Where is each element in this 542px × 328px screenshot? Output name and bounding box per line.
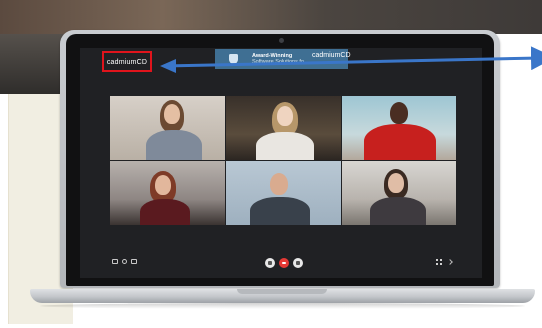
participant-body	[364, 124, 436, 160]
participant-tile[interactable]	[226, 161, 341, 225]
laptop-shadow	[40, 303, 525, 309]
banner-subtitle: Software Solutions fo	[252, 59, 304, 65]
video-icon	[296, 261, 300, 265]
end-call-icon	[282, 262, 286, 264]
participant-face	[155, 175, 171, 195]
call-controls	[265, 258, 303, 268]
participant-tile[interactable]	[226, 96, 341, 160]
participant-body	[250, 197, 310, 225]
participant-body	[146, 130, 202, 160]
grid-view-icon[interactable]	[436, 259, 442, 265]
participant-body	[256, 132, 314, 160]
microphone-icon[interactable]	[122, 259, 127, 264]
participant-tile[interactable]	[110, 161, 225, 225]
end-call-button[interactable]	[279, 258, 289, 268]
webcam-icon	[279, 38, 284, 43]
participant-body	[370, 197, 426, 225]
participant-face	[270, 173, 288, 195]
toolbar-left	[112, 259, 137, 264]
participant-tile[interactable]	[342, 161, 456, 225]
laptop-base-notch	[237, 289, 327, 294]
participant-face	[277, 106, 293, 126]
participant-tile[interactable]	[342, 96, 456, 160]
participant-body	[140, 199, 190, 225]
more-icon[interactable]	[447, 259, 453, 265]
screen-share-icon[interactable]	[112, 259, 118, 264]
toolbar-right	[436, 259, 453, 265]
banner-text: Award-Winning Software Solutions fo	[252, 53, 304, 65]
participant-tile[interactable]	[110, 96, 225, 160]
participant-face	[390, 102, 408, 124]
camera-icon[interactable]	[131, 259, 137, 264]
logo-highlight-box	[102, 51, 152, 72]
video-button[interactable]	[293, 258, 303, 268]
participant-face	[164, 104, 180, 124]
background-top-band	[0, 0, 542, 34]
participant-face	[388, 173, 404, 193]
video-grid	[110, 96, 456, 225]
banner-logo: cadmiumCD	[312, 50, 351, 60]
mute-icon	[268, 261, 272, 265]
mute-button[interactable]	[265, 258, 275, 268]
shield-icon	[229, 54, 238, 64]
banner-logo-text: cadmiumCD	[312, 51, 351, 59]
